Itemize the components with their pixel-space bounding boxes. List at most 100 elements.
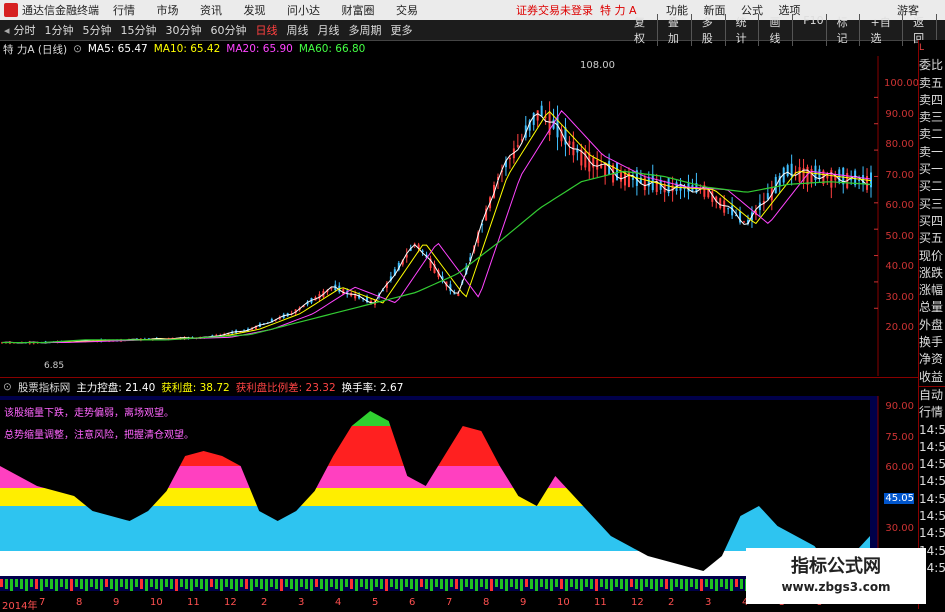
indicator-info-line: ⊙ 股票指标网 主力控盘: 21.40 获利盘: 38.72 获利盘比例差: 2…	[0, 380, 409, 394]
indicator-bar	[525, 579, 528, 587]
menu-zixun[interactable]: 资讯	[200, 4, 222, 17]
month-tick: 11	[187, 597, 200, 608]
login-notice[interactable]: 证券交易未登录 特 力 A	[516, 2, 637, 18]
period-30min[interactable]: 30分钟	[166, 22, 202, 38]
menu-wenxiaoda[interactable]: 问小达	[287, 4, 320, 17]
indicator-bar	[155, 579, 158, 589]
tick-time-3: 14:5	[919, 457, 945, 472]
indicator-bar	[245, 579, 248, 589]
indicator-bar	[365, 579, 368, 589]
indicator-bar	[685, 579, 688, 591]
indicator-bar	[570, 579, 573, 587]
period-monthly[interactable]: 月线	[318, 22, 340, 38]
menu-hangqing[interactable]: 行情	[113, 4, 135, 17]
tool-fuquan[interactable]: 复权	[632, 14, 658, 46]
tool-f10[interactable]: F10	[801, 14, 827, 46]
month-tick: 9	[520, 597, 527, 608]
month-tick: 10	[150, 597, 163, 608]
indicator-bar	[110, 579, 113, 589]
indicator-bar	[90, 579, 93, 587]
tab-auto[interactable]: 自动	[919, 385, 945, 404]
period-fenshi[interactable]: 分时	[14, 22, 36, 38]
tool-tongji[interactable]: 统计	[734, 14, 760, 46]
indicator-bar	[40, 579, 43, 591]
period-more[interactable]: 更多	[391, 22, 413, 38]
ma20-value: MA20: 65.90	[226, 43, 293, 55]
tool-diejia[interactable]: 叠加	[666, 14, 692, 46]
tick-time-7: 14:5	[919, 526, 945, 541]
indicator-bar	[640, 579, 643, 591]
period-15min[interactable]: 15分钟	[121, 22, 157, 38]
indicator-bar	[495, 579, 498, 587]
candle-body	[457, 293, 460, 296]
tool-zixuan[interactable]: +自选	[868, 14, 904, 46]
tab-hangqing[interactable]: 行情	[919, 404, 945, 421]
period-daily[interactable]: 日线	[256, 22, 278, 38]
indicator-bar	[630, 579, 633, 587]
indicator-bar	[265, 579, 268, 591]
indicator-bar	[45, 579, 48, 587]
tool-biaoji[interactable]: 标记	[835, 14, 861, 46]
back-arrow-icon[interactable]: ◂	[4, 24, 10, 37]
indicator-bar	[735, 579, 738, 587]
indicator-bar	[655, 579, 658, 591]
quote-eps: 收益	[919, 369, 944, 384]
indicator-bar	[220, 579, 223, 591]
indicator-bar	[140, 579, 143, 589]
indicator-bar	[700, 579, 703, 591]
indicator-bar	[130, 579, 133, 591]
tool-duogu[interactable]: 多股	[700, 14, 726, 46]
period-5min[interactable]: 5分钟	[83, 22, 112, 38]
indicator-bar	[75, 579, 78, 587]
app-name: 通达信金融终端	[22, 4, 99, 17]
indicator-bar	[635, 579, 638, 589]
period-1min[interactable]: 1分钟	[45, 22, 74, 38]
month-tick: 6	[409, 597, 416, 608]
tick-time-4: 14:5	[919, 474, 945, 489]
indicator-bar	[545, 579, 548, 589]
menu-caifuquan[interactable]: 财富圈	[342, 4, 375, 17]
quote-sell5: 卖五	[919, 75, 944, 90]
period-multi[interactable]: 多周期	[349, 22, 382, 38]
indicator-bar	[80, 579, 83, 589]
indicator-bar	[390, 579, 393, 587]
candle-body	[671, 185, 674, 192]
indicator-bar	[210, 579, 213, 587]
period-toolbar: ◂ 分时 1分钟 5分钟 15分钟 30分钟 60分钟 日线 周线 月线 多周期…	[0, 14, 945, 46]
indicator-bar	[615, 579, 618, 587]
indicator-bar	[420, 579, 423, 587]
price-axis-30: 30.00	[885, 292, 914, 303]
indicator-bar	[625, 579, 628, 591]
quote-sell1: 卖一	[919, 144, 944, 159]
candle-body	[743, 221, 746, 223]
indicator-bar	[160, 579, 163, 591]
indicator-bar	[85, 579, 88, 591]
menu-faxian[interactable]: 发现	[244, 4, 266, 17]
settings-icon[interactable]: ⊙	[73, 43, 82, 55]
candle-body	[798, 167, 801, 182]
indicator-bar	[665, 579, 668, 589]
low-price-mark: 6.85	[44, 361, 64, 371]
indicator-bar	[575, 579, 578, 589]
indicator-bar	[475, 579, 478, 591]
indicator-bar	[270, 579, 273, 587]
menu-jiaoyi[interactable]: 交易	[396, 4, 418, 17]
menu-shichang[interactable]: 市场	[157, 4, 179, 17]
indicator-bar	[345, 579, 348, 587]
indicator-bar	[355, 579, 358, 591]
period-weekly[interactable]: 周线	[287, 22, 309, 38]
tool-huaxian[interactable]: 画线	[767, 14, 794, 46]
indicator-bar	[405, 579, 408, 587]
period-60min[interactable]: 60分钟	[211, 22, 247, 38]
month-tick: 2	[261, 597, 268, 608]
candle-body	[858, 179, 861, 181]
month-tick: 7	[39, 597, 46, 608]
indicator-bar	[100, 579, 103, 591]
price-chart[interactable]: 108.00 6.85	[0, 56, 918, 376]
indicator-settings-icon[interactable]: ⊙	[3, 381, 12, 393]
indicator-bar	[145, 579, 148, 591]
indicator-site: 股票指标网	[17, 381, 71, 394]
indicator-bar	[135, 579, 138, 587]
candle-body	[453, 293, 456, 295]
ind-axis-90: 90.00	[885, 401, 914, 412]
